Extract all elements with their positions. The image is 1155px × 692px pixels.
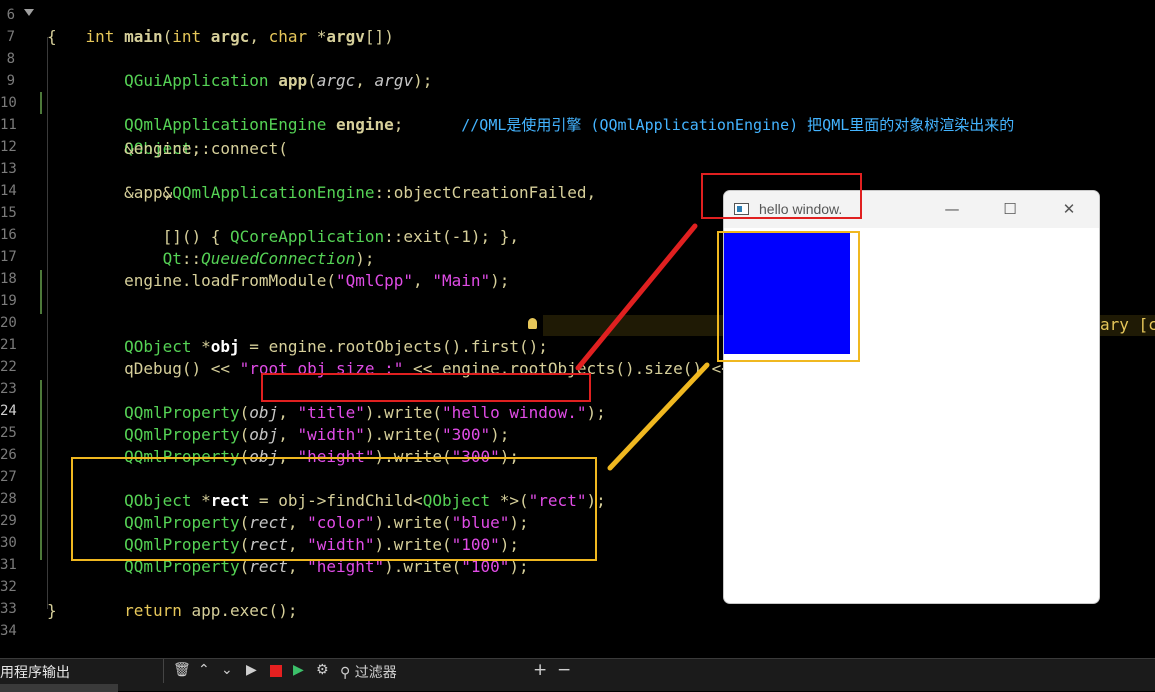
annotation-red-box-window-title (701, 173, 862, 219)
gear-icon[interactable]: ⚙ (316, 662, 329, 678)
output-panel-bar: 用程序输出 🗑 ⌃ ⌄ ▶ ▶ ⚙ ⚲ 过滤器 + − (0, 658, 1155, 692)
chevron-down-icon[interactable]: ⌄ (221, 662, 233, 678)
debug-run-icon[interactable]: ▶ (293, 662, 304, 678)
maximize-button[interactable]: ☐ (995, 197, 1025, 221)
chevron-up-icon[interactable]: ⌃ (198, 662, 210, 678)
close-button[interactable]: ✕ (1054, 197, 1084, 221)
filter-placeholder: 过滤器 (354, 665, 397, 681)
remove-button[interactable]: − (557, 660, 571, 680)
trash-icon[interactable]: 🗑 (173, 662, 191, 678)
annotation-yellow-line (607, 362, 710, 471)
divider (163, 659, 164, 683)
annotation-yellow-box-rect (717, 231, 860, 362)
stop-icon[interactable] (270, 665, 282, 677)
annotation-red-line (575, 223, 698, 371)
minimize-button[interactable]: — (937, 197, 967, 221)
filter-input[interactable]: ⚲ 过滤器 (340, 662, 397, 682)
add-button[interactable]: + (533, 660, 547, 680)
code-editor[interactable]: 6 7 8 9 10 11 12 13 14 15 16 17 18 19 20 21 22 23 24 25 26 27… (0, 0, 1155, 658)
panel-title[interactable]: 用程序输出 (0, 662, 70, 682)
run-icon[interactable]: ▶ (246, 662, 257, 678)
search-icon: ⚲ (340, 665, 355, 681)
